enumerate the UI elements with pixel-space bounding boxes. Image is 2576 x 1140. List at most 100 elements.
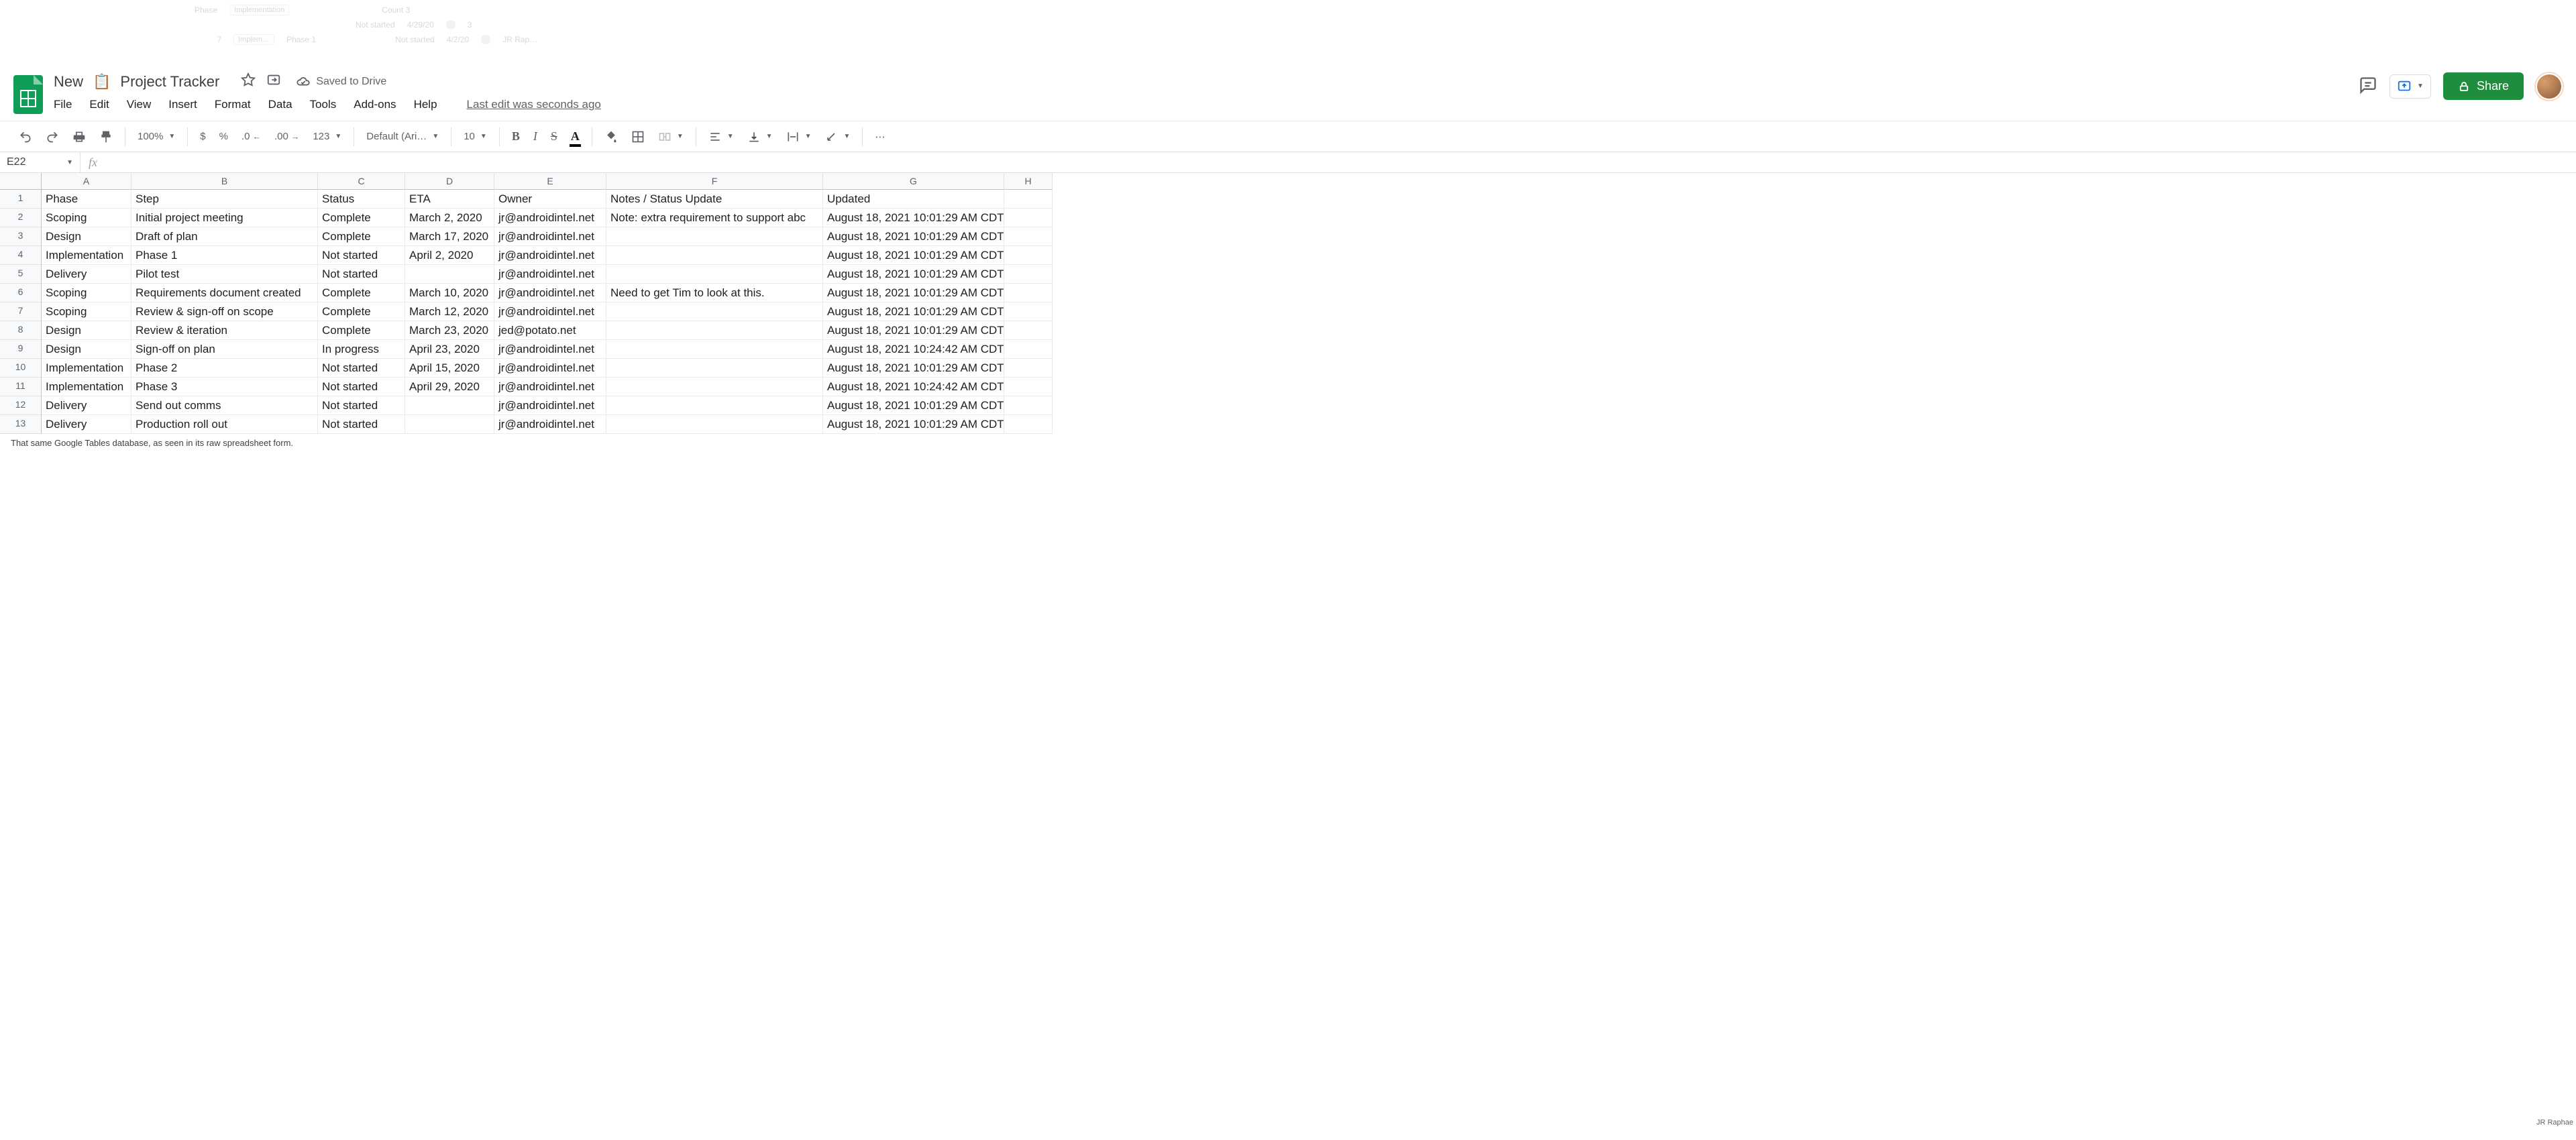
- star-icon[interactable]: [241, 72, 256, 91]
- cell[interactable]: Review & sign-off on scope: [131, 302, 318, 321]
- cell[interactable]: [606, 227, 823, 246]
- row-header[interactable]: 8: [0, 321, 42, 340]
- cell[interactable]: Implementation: [42, 378, 131, 396]
- cell[interactable]: Note: extra requirement to support abc: [606, 209, 823, 227]
- cell[interactable]: April 2, 2020: [405, 246, 494, 265]
- cell[interactable]: ETA: [405, 190, 494, 209]
- cell[interactable]: [1004, 265, 1053, 284]
- select-all-corner[interactable]: [0, 173, 42, 190]
- cell[interactable]: Not started: [318, 246, 405, 265]
- cell[interactable]: [405, 265, 494, 284]
- doc-title-prefix[interactable]: New: [54, 73, 83, 91]
- menu-edit[interactable]: Edit: [89, 98, 109, 111]
- cell[interactable]: Complete: [318, 321, 405, 340]
- undo-button[interactable]: [13, 126, 38, 148]
- cell[interactable]: Requirements document created: [131, 284, 318, 302]
- saved-to-drive[interactable]: Saved to Drive: [296, 72, 386, 91]
- cell[interactable]: [606, 265, 823, 284]
- row-header[interactable]: 7: [0, 302, 42, 321]
- row-header[interactable]: 3: [0, 227, 42, 246]
- cell[interactable]: [1004, 340, 1053, 359]
- cell[interactable]: March 2, 2020: [405, 209, 494, 227]
- cell[interactable]: Phase 2: [131, 359, 318, 378]
- cell[interactable]: [1004, 284, 1053, 302]
- cell[interactable]: jr@androidintel.net: [494, 284, 606, 302]
- column-header-G[interactable]: G: [823, 173, 1004, 190]
- cell[interactable]: Complete: [318, 209, 405, 227]
- cell[interactable]: [405, 396, 494, 415]
- cell[interactable]: [1004, 378, 1053, 396]
- zoom-select[interactable]: 100%▼: [132, 127, 180, 146]
- cell[interactable]: Phase 3: [131, 378, 318, 396]
- cell[interactable]: August 18, 2021 10:24:42 AM CDT: [823, 340, 1004, 359]
- cell[interactable]: March 10, 2020: [405, 284, 494, 302]
- cell[interactable]: Sign-off on plan: [131, 340, 318, 359]
- cell[interactable]: Notes / Status Update: [606, 190, 823, 209]
- decrease-decimal-button[interactable]: .0←: [236, 127, 266, 146]
- row-header[interactable]: 1: [0, 190, 42, 209]
- cell[interactable]: Implementation: [42, 246, 131, 265]
- cell[interactable]: jed@potato.net: [494, 321, 606, 340]
- fill-color-button[interactable]: [599, 126, 623, 148]
- cell[interactable]: jr@androidintel.net: [494, 227, 606, 246]
- cell[interactable]: August 18, 2021 10:01:29 AM CDT: [823, 246, 1004, 265]
- column-header-D[interactable]: D: [405, 173, 494, 190]
- cell[interactable]: jr@androidintel.net: [494, 359, 606, 378]
- text-color-button[interactable]: A: [566, 125, 585, 148]
- cell[interactable]: jr@androidintel.net: [494, 396, 606, 415]
- cell[interactable]: Status: [318, 190, 405, 209]
- comments-icon[interactable]: [2359, 76, 2377, 97]
- row-header[interactable]: 13: [0, 415, 42, 434]
- row-header[interactable]: 2: [0, 209, 42, 227]
- cell[interactable]: August 18, 2021 10:01:29 AM CDT: [823, 265, 1004, 284]
- cell[interactable]: March 12, 2020: [405, 302, 494, 321]
- row-header[interactable]: 4: [0, 246, 42, 265]
- cell[interactable]: [1004, 246, 1053, 265]
- column-header-C[interactable]: C: [318, 173, 405, 190]
- menu-data[interactable]: Data: [268, 98, 292, 111]
- row-header[interactable]: 6: [0, 284, 42, 302]
- present-button[interactable]: ▼: [2390, 74, 2431, 99]
- column-header-B[interactable]: B: [131, 173, 318, 190]
- cell[interactable]: Scoping: [42, 302, 131, 321]
- column-header-F[interactable]: F: [606, 173, 823, 190]
- name-box[interactable]: E22 ▼: [0, 152, 80, 172]
- menu-view[interactable]: View: [127, 98, 152, 111]
- number-format-select[interactable]: 123▼: [307, 127, 347, 146]
- cell[interactable]: Design: [42, 321, 131, 340]
- cell[interactable]: [1004, 396, 1053, 415]
- row-header[interactable]: 5: [0, 265, 42, 284]
- cell[interactable]: jr@androidintel.net: [494, 378, 606, 396]
- merge-cells-button[interactable]: ▼: [653, 126, 689, 148]
- row-header[interactable]: 10: [0, 359, 42, 378]
- menu-format[interactable]: Format: [215, 98, 251, 111]
- cell[interactable]: Delivery: [42, 396, 131, 415]
- cell[interactable]: Send out comms: [131, 396, 318, 415]
- menu-file[interactable]: File: [54, 98, 72, 111]
- italic-button[interactable]: I: [528, 125, 543, 148]
- cell[interactable]: Delivery: [42, 265, 131, 284]
- cell[interactable]: Design: [42, 340, 131, 359]
- column-header-E[interactable]: E: [494, 173, 606, 190]
- cell[interactable]: August 18, 2021 10:01:29 AM CDT: [823, 302, 1004, 321]
- cell[interactable]: Initial project meeting: [131, 209, 318, 227]
- cell[interactable]: August 18, 2021 10:01:29 AM CDT: [823, 284, 1004, 302]
- cell[interactable]: Not started: [318, 378, 405, 396]
- cell[interactable]: Updated: [823, 190, 1004, 209]
- spreadsheet-grid[interactable]: ABCDEFGH1PhaseStepStatusETAOwnerNotes / …: [0, 173, 2576, 434]
- menu-tools[interactable]: Tools: [310, 98, 337, 111]
- cell[interactable]: Step: [131, 190, 318, 209]
- paint-format-button[interactable]: [94, 126, 118, 148]
- print-button[interactable]: [67, 126, 91, 148]
- cell[interactable]: August 18, 2021 10:01:29 AM CDT: [823, 396, 1004, 415]
- cell[interactable]: [606, 321, 823, 340]
- cell[interactable]: jr@androidintel.net: [494, 246, 606, 265]
- cell[interactable]: April 23, 2020: [405, 340, 494, 359]
- account-avatar[interactable]: [2536, 73, 2563, 100]
- sheets-logo-icon[interactable]: [13, 75, 43, 114]
- format-currency-button[interactable]: $: [195, 127, 211, 146]
- formula-input[interactable]: [105, 152, 2576, 172]
- cell[interactable]: Complete: [318, 302, 405, 321]
- menu-insert[interactable]: Insert: [168, 98, 197, 111]
- cell[interactable]: [606, 415, 823, 434]
